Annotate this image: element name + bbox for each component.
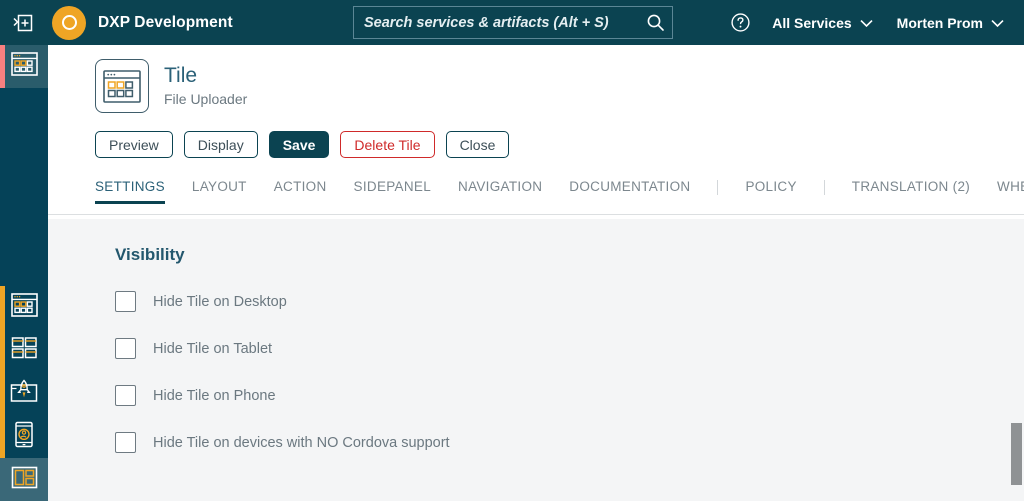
mobile-user-icon [13,421,35,453]
tab-bar: SETTINGS LAYOUT ACTION SIDEPANEL NAVIGAT… [48,179,1024,215]
checkbox-label: Hide Tile on Phone [153,387,276,404]
tab-settings[interactable]: SETTINGS [95,179,165,204]
four-panel-grid-icon [11,336,38,365]
section-title-visibility: Visibility [115,245,185,264]
checkbox-label: Hide Tile on Desktop [153,293,287,310]
scrollbar-thumb[interactable] [1011,423,1022,485]
tab-sidepanel[interactable]: SIDEPANEL [354,179,431,204]
header-right-controls: All Services Morten Prom [720,0,1016,45]
tile-window-icon [10,293,38,322]
all-services-label: All Services [772,14,852,31]
checkbox-row-hide-phone[interactable]: Hide Tile on Phone [48,385,1024,406]
left-navigation-rail [0,45,48,501]
tab-layout[interactable]: LAYOUT [192,179,247,204]
tile-window-icon [95,59,149,113]
preview-button[interactable]: Preview [95,131,173,158]
hide-tile-tablet-checkbox[interactable] [115,338,136,359]
application-window: DXP Development All Services [0,0,1024,501]
rocket-launch-icon [10,379,38,409]
object-header-text: Tile File Uploader [164,64,247,109]
tab-policy[interactable]: POLICY [745,179,796,204]
tile-window-icon [10,52,38,81]
help-circle-icon[interactable] [720,0,760,45]
rail-item-layout-panels[interactable] [0,458,48,501]
expand-panel-icon[interactable] [0,0,48,45]
user-menu[interactable]: Morten Prom [885,0,1016,45]
checkbox-row-hide-no-cordova[interactable]: Hide Tile on devices with NO Cordova sup… [48,432,1024,453]
tab-separator [717,180,719,195]
checkbox-label: Hide Tile on Tablet [153,340,273,357]
tab-separator [823,180,825,195]
checkbox-label: Hide Tile on devices with NO Cordova sup… [153,434,450,451]
rail-item-tile-manager[interactable] [0,45,48,88]
top-header-bar: DXP Development All Services [0,0,1024,45]
save-button[interactable]: Save [268,131,330,158]
tab-documentation[interactable]: DOCUMENTATION [569,179,690,204]
object-header: Tile File Uploader [48,45,1024,113]
settings-panel: Visibility Hide Tile on Desktop Hide Til… [48,219,1024,501]
checkbox-row-hide-desktop[interactable]: Hide Tile on Desktop [48,291,1024,312]
hide-tile-phone-checkbox[interactable] [115,385,136,406]
display-button[interactable]: Display [183,131,258,158]
delete-tile-button[interactable]: Delete Tile [340,131,435,158]
chevron-down-icon [860,15,873,31]
hide-tile-desktop-checkbox[interactable] [115,291,136,312]
rail-item-tiles[interactable] [0,286,48,329]
vertical-scrollbar[interactable] [1009,219,1024,501]
all-services-menu[interactable]: All Services [760,0,884,45]
search-input[interactable] [354,14,638,31]
brand-circle-logo[interactable] [52,5,86,40]
user-name-label: Morten Prom [896,14,983,31]
tab-translation[interactable]: TRANSLATION (2) [852,179,970,204]
rail-item-grid-groups[interactable] [0,329,48,372]
brand-name: DXP Development [98,13,233,31]
rail-bottom-group [0,286,48,501]
tab-navigation[interactable]: NAVIGATION [458,179,542,204]
rail-item-launchpad[interactable] [0,372,48,415]
rail-item-mobile-user[interactable] [0,415,48,458]
page-subtitle: File Uploader [164,90,248,107]
layout-panel-icon [11,466,38,494]
tab-action[interactable]: ACTION [274,179,327,204]
chevron-down-icon [991,15,1004,31]
search-bar[interactable] [353,6,673,39]
checkbox-row-hide-tablet[interactable]: Hide Tile on Tablet [48,338,1024,359]
close-button[interactable]: Close [445,131,510,158]
logo-ring [61,15,77,30]
page-title: Tile [164,63,198,87]
main-content-area: Tile File Uploader Preview Display Save … [48,45,1024,501]
search-icon[interactable] [638,7,672,38]
hide-tile-no-cordova-checkbox[interactable] [115,432,136,453]
action-toolbar: Preview Display Save Delete Tile Close [48,113,1024,158]
tab-where-used[interactable]: WHERE-USED (1) [997,179,1024,204]
